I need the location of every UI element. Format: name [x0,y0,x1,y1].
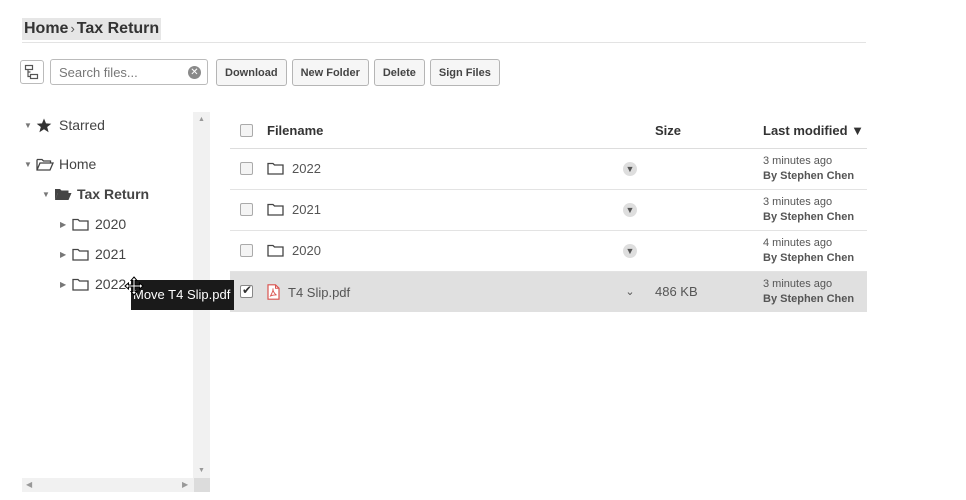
move-cursor-icon [124,276,144,296]
tree-item-2021[interactable]: ▶ 2021 [60,246,126,262]
tree-item-starred[interactable]: ▼ Starred [24,117,105,133]
column-header-size[interactable]: Size [655,123,681,138]
tree-view-toggle-button[interactable] [20,60,44,84]
folder-icon [72,217,90,231]
drag-tooltip: Move T4 Slip.pdf [131,280,235,310]
tree-item-label: Starred [59,117,105,133]
file-name: 2020 [292,243,321,258]
chevron-down-icon[interactable]: ▼ [623,162,637,176]
breadcrumb-home[interactable]: Home [24,20,68,37]
search-input[interactable] [57,63,181,81]
row-checkbox[interactable] [240,162,253,175]
table-row[interactable]: 2020 ▼ 4 minutes ago By Stephen Chen [230,231,867,272]
modified-by: By Stephen Chen [763,211,855,223]
modified-by: By Stephen Chen [763,293,855,305]
star-icon [36,118,54,132]
tree-item-label: 2022 [95,276,127,292]
scroll-left-arrow-icon[interactable]: ◀ [26,480,32,489]
tree-item-tax-return[interactable]: ▼ Tax Return [42,186,149,202]
chevron-down-icon[interactable]: ⌄ [623,285,637,299]
modified-by: By Stephen Chen [763,252,855,264]
folder-open-icon [36,157,54,171]
chevron-down-icon[interactable]: ▼ [623,244,637,258]
collapse-arrow-icon[interactable]: ▶ [60,220,72,229]
table-row-selected[interactable]: ✔ T4 Slip.pdf ⌄ 486 KB 3 minutes ago By … [230,272,867,312]
tree-view-icon [24,64,39,80]
file-name: 2021 [292,202,321,217]
modified-time: 3 minutes ago [763,155,833,167]
collapse-arrow-icon[interactable]: ▶ [60,250,72,259]
modified-by: By Stephen Chen [763,170,855,182]
row-checkbox-checked[interactable]: ✔ [240,283,253,298]
scrollbar-thumb[interactable] [194,478,210,492]
folder-icon [267,244,284,257]
expand-arrow-icon[interactable]: ▼ [24,121,36,130]
select-all-checkbox[interactable] [240,124,253,137]
table-header: Filename Size Last modified ▼ [230,114,867,149]
breadcrumb-separator: › [70,21,75,36]
new-folder-button[interactable]: New Folder [291,59,369,86]
expand-arrow-icon[interactable]: ▼ [42,190,54,199]
breadcrumb-current[interactable]: Tax Return [77,20,159,37]
tree-item-2022[interactable]: ▶ 2022 [60,276,126,292]
tree-item-label: 2020 [95,216,127,232]
delete-button[interactable]: Delete [373,59,425,86]
folder-icon [72,247,90,261]
breadcrumb: Home › Tax Return [22,18,162,40]
row-checkbox[interactable] [240,203,253,216]
chevron-down-icon[interactable]: ▼ [623,203,637,217]
folder-icon [267,203,284,216]
scroll-up-arrow-icon[interactable]: ▲ [198,116,205,123]
modified-time: 3 minutes ago [763,196,833,208]
last-modified-cell: 3 minutes ago By Stephen Chen [763,277,854,307]
pdf-file-icon [267,284,280,300]
download-button[interactable]: Download [216,59,287,86]
column-header-filename[interactable]: Filename [267,123,323,138]
folder-open-icon [54,187,72,201]
last-modified-cell: 3 minutes ago By Stephen Chen [763,154,854,184]
clear-search-icon[interactable]: ✕ [188,66,201,79]
row-checkbox[interactable] [240,244,253,257]
file-name-cell[interactable]: 2022 [267,161,321,176]
checkmark-icon: ✔ [242,283,253,297]
file-name-cell[interactable]: T4 Slip.pdf [267,284,350,300]
toolbar: Download New Folder Delete Sign Files [216,59,500,86]
table-row[interactable]: 2021 ▼ 3 minutes ago By Stephen Chen [230,190,867,231]
sidebar-horizontal-scrollbar[interactable]: ◀ ▶ [22,478,210,492]
folder-icon [267,162,284,175]
column-header-last-modified[interactable]: Last modified ▼ [763,123,864,139]
file-size: 486 KB [655,284,698,299]
tree-item-label: 2021 [95,246,127,262]
modified-time: 4 minutes ago [763,237,833,249]
sign-files-button[interactable]: Sign Files [429,59,500,86]
header-divider [22,42,866,43]
tree-item-2020[interactable]: ▶ 2020 [60,216,126,232]
scroll-right-arrow-icon[interactable]: ▶ [182,480,188,489]
search-box: ✕ [50,59,208,85]
file-name-cell[interactable]: 2020 [267,243,321,258]
file-name: 2022 [292,161,321,176]
last-modified-cell: 4 minutes ago By Stephen Chen [763,236,854,266]
folder-icon [72,277,90,291]
file-name: T4 Slip.pdf [288,284,351,300]
collapse-arrow-icon[interactable]: ▶ [60,280,72,289]
file-table: Filename Size Last modified ▼ 2022 ▼ 3 m… [230,114,867,312]
file-name-cell[interactable]: 2021 [267,202,321,217]
tree-item-label: Tax Return [77,186,150,202]
tree-item-home[interactable]: ▼ Home [24,156,96,172]
scroll-down-arrow-icon[interactable]: ▼ [198,467,205,474]
modified-time: 3 minutes ago [763,278,833,290]
tree-item-label: Home [59,156,97,172]
expand-arrow-icon[interactable]: ▼ [24,160,36,169]
last-modified-cell: 3 minutes ago By Stephen Chen [763,195,854,225]
table-row[interactable]: 2022 ▼ 3 minutes ago By Stephen Chen [230,149,867,190]
